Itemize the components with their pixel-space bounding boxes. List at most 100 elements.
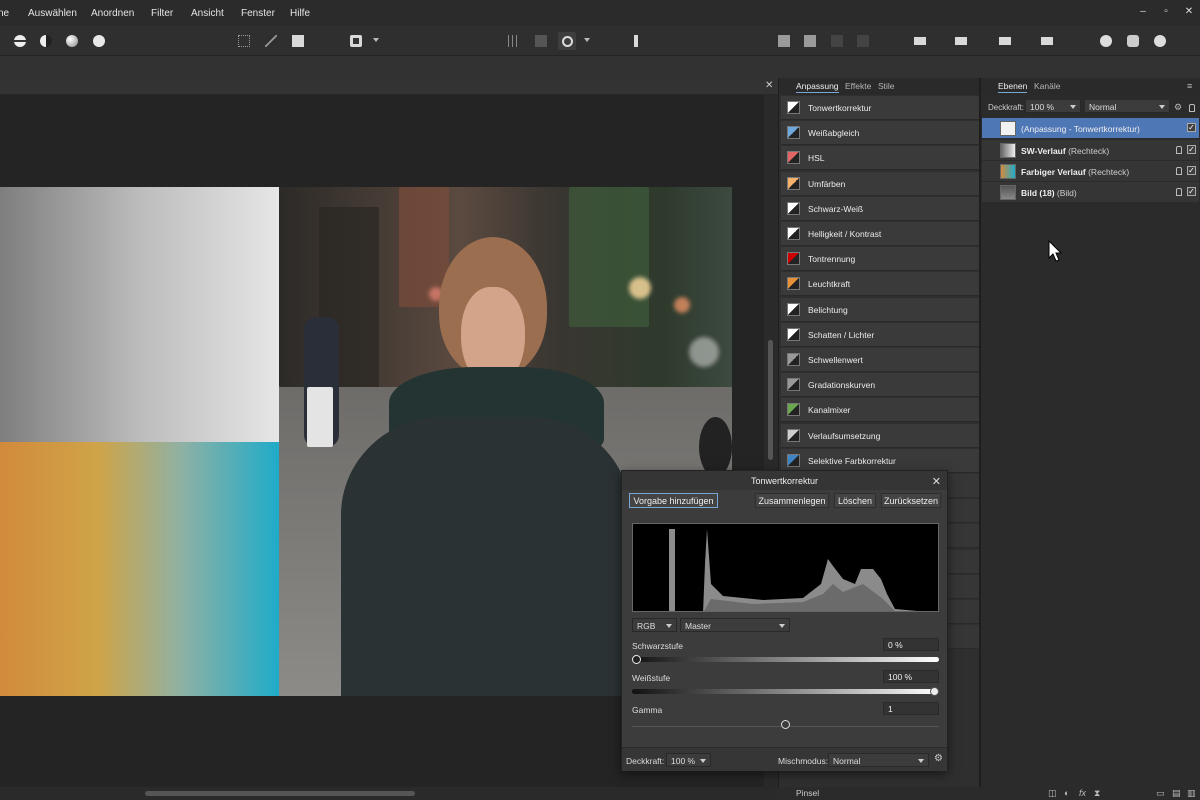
layer-row-bild[interactable]: Bild (18) (Bild) ✓ — [982, 182, 1199, 203]
layer-visibility-checkbox[interactable]: ✓ — [1187, 145, 1196, 154]
panel-menu-icon[interactable]: ≡ — [1187, 81, 1192, 91]
persona-photo-icon[interactable] — [11, 32, 29, 50]
merge-button[interactable]: Zusammenlegen — [755, 493, 829, 508]
snapping-dropdown-icon[interactable] — [584, 38, 590, 42]
layer-blend-mode-dropdown[interactable]: Normal — [1084, 99, 1170, 113]
persona-tone-mapping-icon[interactable] — [90, 32, 108, 50]
adjustment-item[interactable]: HSL — [781, 146, 979, 171]
adjustment-item[interactable]: Weißabgleich — [781, 121, 979, 146]
arrange-front-icon[interactable] — [854, 32, 872, 50]
align-left-icon[interactable] — [911, 32, 929, 50]
deselect-icon[interactable] — [262, 32, 280, 50]
dialog-settings-gear-icon[interactable]: ⚙ — [934, 753, 943, 764]
marquee-select-icon[interactable] — [235, 32, 253, 50]
dialog-close-icon[interactable]: ✕ — [932, 475, 941, 488]
menu-item-filter[interactable]: Filter — [151, 8, 173, 19]
white-level-slider-knob[interactable] — [930, 687, 939, 696]
layer-row-farbiger-verlauf[interactable]: Farbiger Verlauf (Rechteck) ✓ — [982, 161, 1199, 182]
align-right-icon[interactable] — [1038, 32, 1056, 50]
layer-visibility-checkbox[interactable]: ✓ — [1187, 123, 1196, 132]
layer-opacity-field[interactable]: 100 % — [1025, 99, 1081, 113]
persona-develop-icon[interactable] — [63, 32, 81, 50]
adjustment-item[interactable]: Tonwertkorrektur — [781, 96, 979, 120]
layer-visibility-checkbox[interactable]: ✓ — [1187, 166, 1196, 175]
layer-row-tonwertkorrektur[interactable]: (Anpassung - Tonwertkorrektur) ✓ — [982, 118, 1199, 139]
boolean-subtract-icon[interactable] — [1124, 32, 1142, 50]
arrange-back-icon[interactable] — [775, 32, 793, 50]
fx-icon[interactable]: fx — [1079, 788, 1086, 798]
black-level-slider[interactable] — [632, 657, 939, 662]
align-middle-icon[interactable] — [996, 32, 1014, 50]
layer-row-sw-verlauf[interactable]: SW-Verlauf (Rechteck) ✓ — [982, 140, 1199, 161]
restore-icon[interactable]: ▫ — [1159, 6, 1173, 17]
gamma-input[interactable]: 1 — [883, 702, 939, 715]
invert-selection-icon[interactable] — [289, 32, 307, 50]
menu-item-fenster[interactable]: Fenster — [241, 8, 275, 19]
tab-stile[interactable]: Stile — [878, 81, 895, 91]
black-level-slider-knob[interactable] — [632, 655, 641, 664]
arrange-backward-icon[interactable] — [801, 32, 819, 50]
lock-icon[interactable] — [1176, 167, 1182, 175]
vertical-scroll-thumb[interactable] — [768, 340, 773, 460]
horizontal-scrollbar[interactable] — [0, 787, 778, 800]
sw-verlauf-rectangle[interactable] — [0, 187, 279, 442]
add-preset-button[interactable]: Vorgabe hinzufügen — [629, 493, 718, 508]
tab-anpassung[interactable]: Anpassung — [796, 81, 839, 93]
white-level-input[interactable]: 100 % — [883, 670, 939, 683]
arrange-forward-icon[interactable] — [828, 32, 846, 50]
close-document-icon[interactable]: ✕ — [765, 80, 773, 91]
lock-icon[interactable] — [1176, 146, 1182, 154]
adjustment-item[interactable]: Schwarz-Weiß — [781, 196, 979, 221]
boolean-add-icon[interactable] — [1097, 32, 1115, 50]
group-layers-icon[interactable]: ▭ — [1156, 788, 1165, 799]
adjustment-item[interactable]: Schatten / Lichter — [781, 322, 979, 347]
menu-item-auswaehlen[interactable]: Auswählen — [28, 8, 77, 19]
adjustment-item[interactable]: Helligkeit / Kontrast — [781, 222, 979, 246]
assistant-icon[interactable] — [627, 32, 645, 50]
channel-mode-dropdown[interactable]: Master — [680, 618, 790, 632]
gamma-slider-knob[interactable] — [781, 720, 790, 729]
white-level-slider[interactable] — [632, 689, 939, 694]
adjustment-item[interactable]: Belichtung — [781, 297, 979, 322]
lock-icon[interactable] — [1176, 188, 1182, 196]
menu-item-anordnen[interactable]: Anordnen — [91, 8, 134, 19]
channel-dropdown[interactable]: RGB — [632, 618, 677, 632]
new-layer-icon[interactable]: ▤ — [1172, 788, 1181, 799]
adjustment-item[interactable]: Gradationskurven — [781, 373, 979, 398]
lock-layer-icon[interactable] — [1189, 104, 1195, 112]
boolean-intersect-icon[interactable] — [1151, 32, 1169, 50]
tab-effekte[interactable]: Effekte — [845, 81, 871, 91]
quick-mask-icon[interactable] — [347, 32, 365, 50]
tab-kanaele[interactable]: Kanäle — [1034, 81, 1060, 91]
adjustment-item[interactable]: Schwellenwert — [781, 348, 979, 372]
adjustment-item[interactable]: Umfärben — [781, 171, 979, 196]
dialog-opacity-field[interactable]: 100 % — [666, 753, 711, 767]
horizontal-scroll-thumb[interactable] — [145, 791, 415, 796]
close-window-icon[interactable]: ✕ — [1182, 6, 1196, 17]
menu-item-ansicht[interactable]: Ansicht — [191, 8, 224, 19]
minimize-icon[interactable]: – — [1136, 6, 1150, 17]
quick-mask-dropdown-icon[interactable] — [373, 38, 379, 42]
delete-button[interactable]: Löschen — [834, 493, 876, 508]
snapping-magnet-icon[interactable] — [558, 32, 576, 50]
menu-item-datei[interactable]: ne — [0, 8, 9, 19]
delete-layer-icon[interactable]: ▥ — [1187, 788, 1196, 799]
persona-liquify-icon[interactable] — [37, 32, 55, 50]
dialog-blend-dropdown[interactable]: Normal — [828, 753, 929, 767]
adjustment-item[interactable]: Kanalmixer — [781, 398, 979, 423]
align-center-icon[interactable] — [952, 32, 970, 50]
blend-options-gear-icon[interactable]: ⚙ — [1174, 102, 1182, 113]
tab-ebenen[interactable]: Ebenen — [998, 81, 1028, 93]
layer-visibility-checkbox[interactable]: ✓ — [1187, 187, 1196, 196]
live-filter-icon[interactable]: ⧗ — [1094, 788, 1100, 799]
adjustment-item[interactable]: Leuchtkraft — [781, 272, 979, 297]
grid-snap-icon[interactable] — [505, 32, 523, 50]
black-level-input[interactable]: 0 % — [883, 638, 939, 651]
adjustment-item[interactable]: Tontrennung — [781, 247, 979, 272]
reset-button[interactable]: Zurücksetzen — [881, 493, 941, 508]
snap-option-icon[interactable] — [532, 32, 550, 50]
add-pixel-layer-icon[interactable]: ◫ — [1048, 788, 1057, 799]
adjustment-layer-icon[interactable]: ◐ — [1064, 788, 1069, 798]
farbiger-verlauf-rectangle[interactable] — [0, 442, 279, 696]
adjustment-item[interactable]: Verlaufsumsetzung — [781, 423, 979, 448]
